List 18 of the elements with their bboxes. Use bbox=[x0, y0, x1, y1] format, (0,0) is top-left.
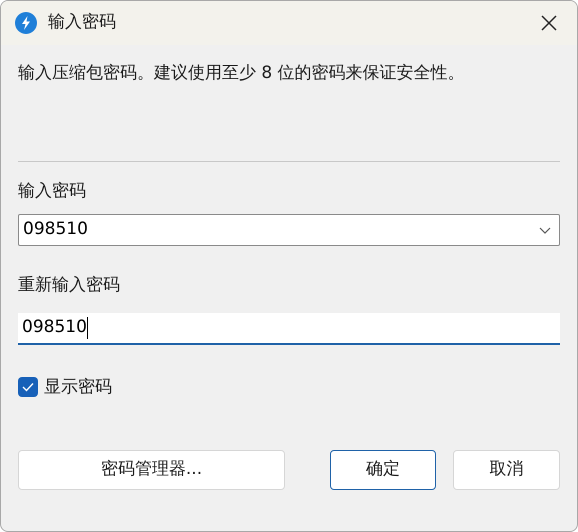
close-icon bbox=[541, 15, 557, 31]
ok-button[interactable]: 确定 bbox=[330, 450, 436, 490]
confirm-input-field[interactable]: 098510 bbox=[18, 312, 560, 344]
password-combo-field[interactable]: 098510 bbox=[18, 214, 560, 246]
window-title: 输入密码 bbox=[48, 11, 117, 34]
check-icon bbox=[22, 382, 34, 392]
checkbox-label: 显示密码 bbox=[44, 376, 112, 398]
field-value: 098510 bbox=[23, 218, 89, 242]
field-value: 098510 bbox=[22, 316, 87, 339]
field-label: 输入密码 bbox=[18, 180, 87, 202]
description-text: 输入压缩包密码。建议使用至少 8 位的密码来保证安全性。 bbox=[18, 62, 466, 85]
dialog-button[interactable]: 密码管理器... bbox=[18, 450, 285, 490]
field-label: 重新输入密码 bbox=[18, 274, 121, 297]
dialog-button[interactable]: 取消 bbox=[453, 450, 560, 490]
lightning-bolt-icon bbox=[15, 12, 37, 34]
checkbox[interactable] bbox=[18, 377, 38, 398]
chevron-down-icon bbox=[539, 226, 551, 234]
text-cursor bbox=[86, 316, 88, 338]
